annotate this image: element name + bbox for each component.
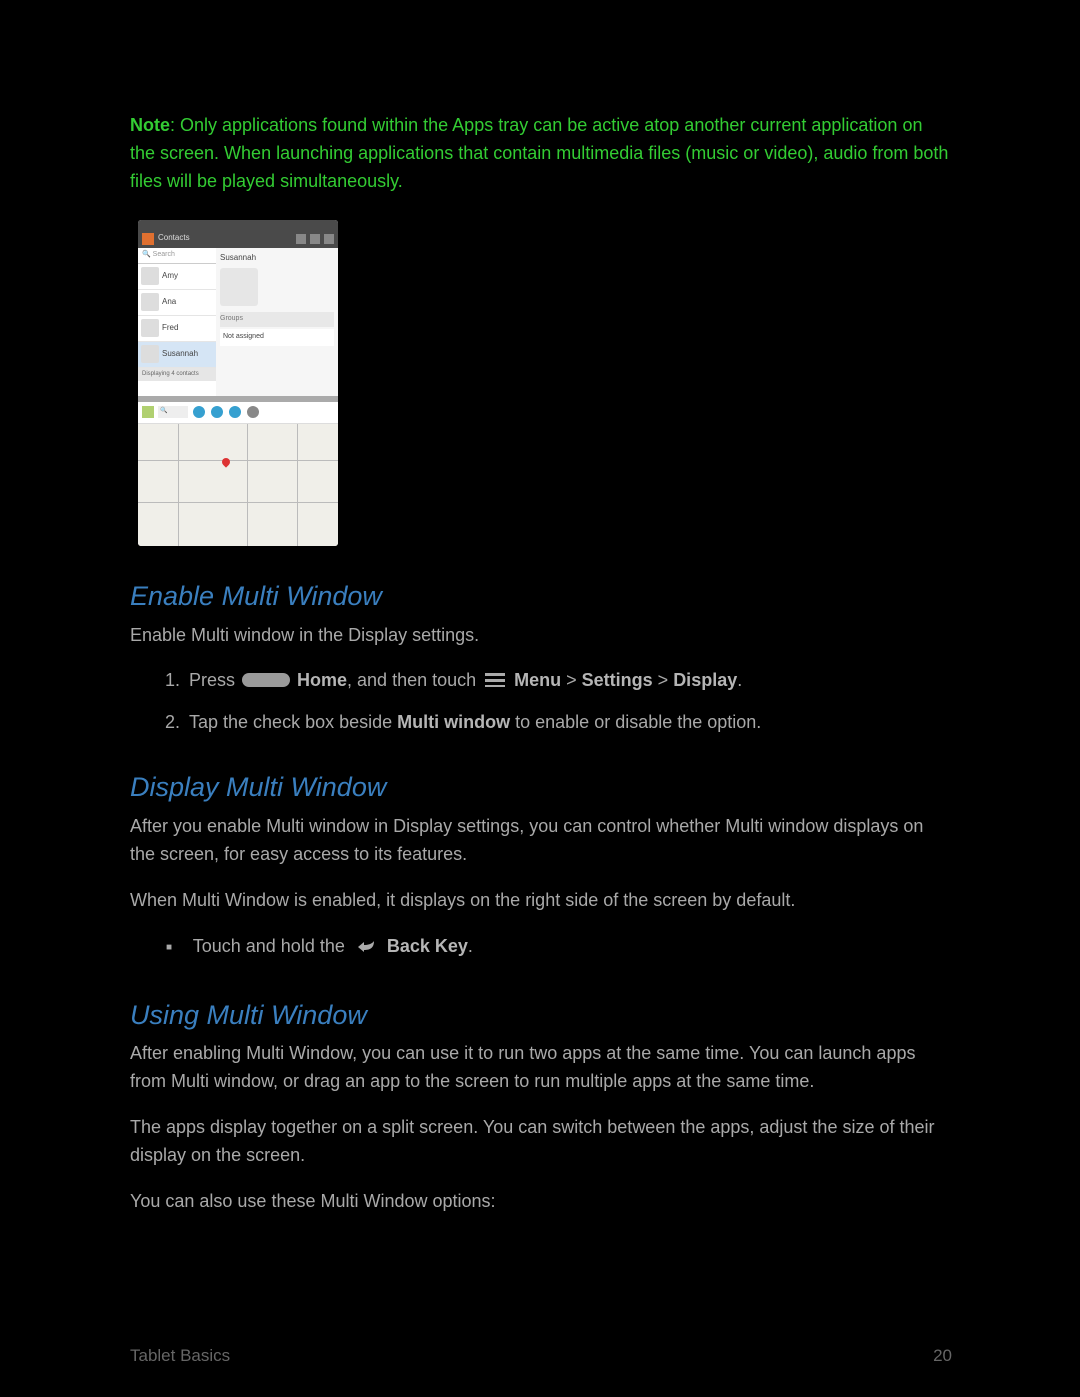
home-button-icon (242, 673, 290, 687)
note-paragraph: Note: Only applications found within the… (130, 112, 952, 196)
display-p2: When Multi Window is enabled, it display… (130, 887, 952, 915)
display-heading: Display Multi Window (130, 767, 952, 809)
contact-row: Fred (162, 322, 178, 334)
contact-avatar (220, 268, 258, 306)
display-p1: After you enable Multi window in Display… (130, 813, 952, 869)
display-bullet-1: Touch and hold the Back Key. (166, 933, 952, 965)
map-view (138, 424, 338, 546)
multiwindow-screenshot: Contacts 🔍 Search Amy Ana Fred Susannah … (138, 220, 338, 546)
using-p2: The apps display together on a split scr… (130, 1114, 952, 1170)
maximize-icon (228, 405, 242, 419)
switch-windows-icon (192, 405, 206, 419)
enable-heading: Enable Multi Window (130, 576, 952, 618)
groups-heading: Groups (220, 312, 334, 327)
note-label: Note (130, 115, 170, 135)
using-p3: You can also use these Multi Window opti… (130, 1188, 952, 1216)
contact-row: Ana (162, 296, 176, 308)
page-footer: Tablet Basics 20 (130, 1343, 952, 1369)
footer-section: Tablet Basics (130, 1343, 230, 1369)
enable-step-2: Tap the check box beside Multi window to… (185, 709, 952, 737)
enable-step-1: Press Home, and then touch Menu > Settin… (185, 667, 952, 695)
groups-value: Not assigned (220, 329, 334, 346)
contact-row: Amy (162, 270, 178, 282)
back-key-icon (354, 937, 378, 965)
menu-icon (485, 673, 505, 687)
contacts-app-icon (142, 233, 154, 245)
contacts-count: Displaying 4 contacts (138, 368, 216, 381)
add-contact-icon (296, 234, 306, 244)
display-bullets: Touch and hold the Back Key. (130, 933, 952, 965)
using-heading: Using Multi Window (130, 995, 952, 1037)
using-p1: After enabling Multi Window, you can use… (130, 1040, 952, 1096)
contact-row: Susannah (162, 348, 198, 360)
close-app-icon (246, 405, 260, 419)
maps-search: 🔍 (158, 406, 188, 418)
screenshot-header: Contacts (158, 232, 292, 244)
enable-steps: Press Home, and then touch Menu > Settin… (130, 667, 952, 737)
enable-intro: Enable Multi window in the Display setti… (130, 622, 952, 650)
edit-icon (310, 234, 320, 244)
map-pin-icon (220, 456, 231, 467)
footer-page-number: 20 (933, 1343, 952, 1369)
maps-app-icon (142, 406, 154, 418)
drag-apps-icon (210, 405, 224, 419)
delete-icon (324, 234, 334, 244)
note-text: : Only applications found within the App… (130, 115, 948, 191)
selected-contact-name: Susannah (220, 252, 334, 264)
contacts-search: 🔍 Search (138, 248, 216, 264)
